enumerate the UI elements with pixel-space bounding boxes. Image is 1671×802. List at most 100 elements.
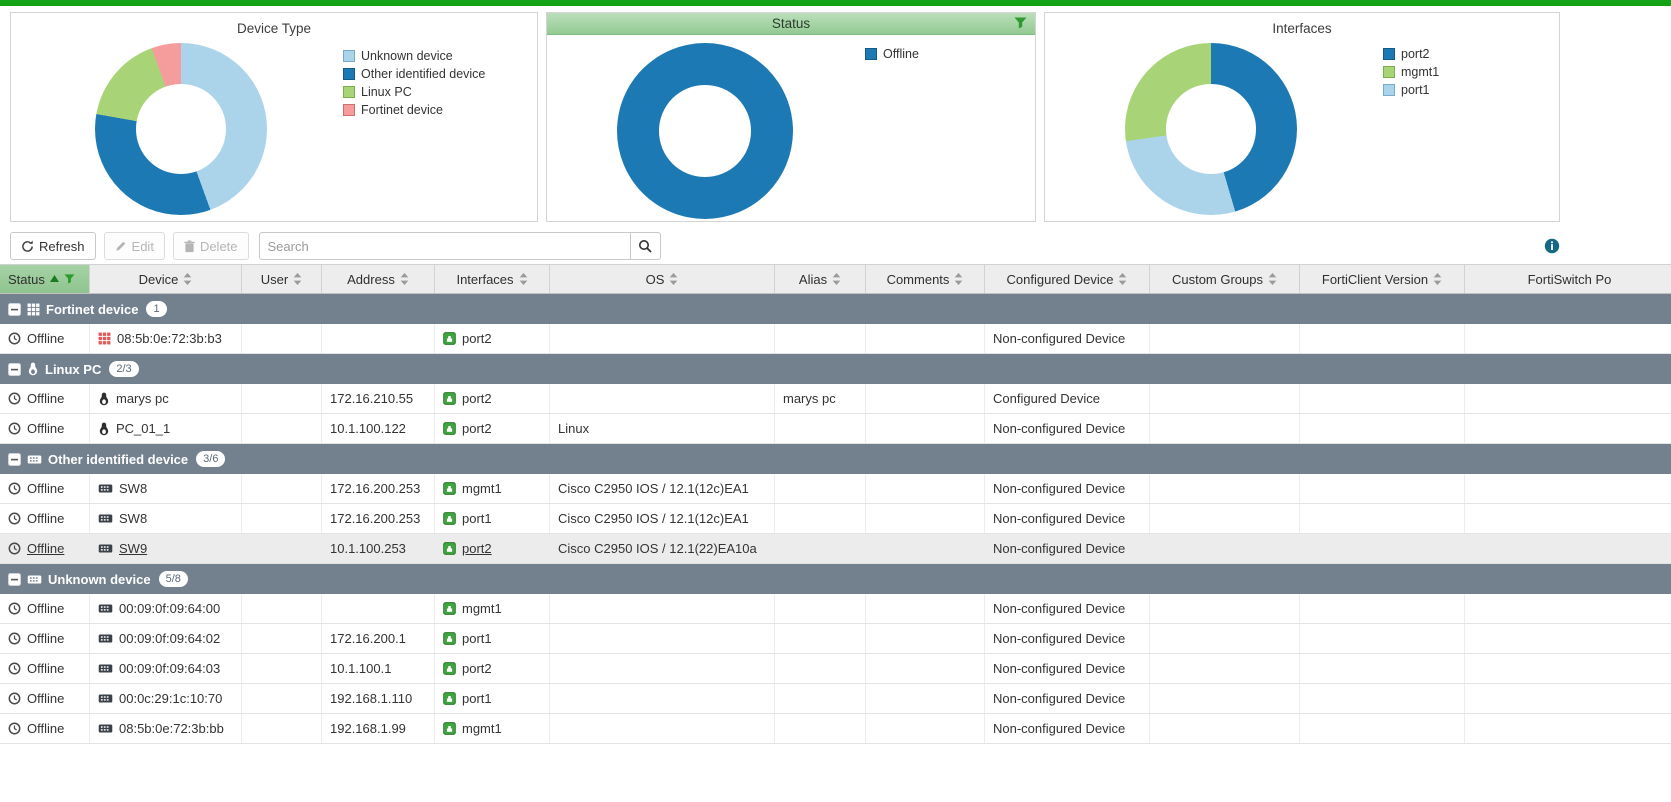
search-input[interactable]	[259, 232, 631, 260]
column-header-os[interactable]: OS	[550, 265, 775, 293]
column-header-user[interactable]: User	[242, 265, 322, 293]
cell-user	[242, 324, 322, 353]
trash-icon	[184, 240, 195, 253]
donut-hole	[136, 84, 225, 173]
info-icon[interactable]	[1544, 238, 1560, 254]
sort-icon	[519, 273, 528, 285]
device-type-chart-title: Device Type	[11, 13, 537, 36]
legend-label: port2	[1401, 47, 1430, 61]
configured-device-label: Non-configured Device	[993, 331, 1125, 346]
filter-icon[interactable]	[1014, 17, 1027, 29]
edit-button[interactable]: Edit	[104, 232, 165, 260]
collapse-icon[interactable]	[8, 303, 21, 316]
device-row-sw8-port1[interactable]: OfflineSW8172.16.200.253port1Cisco C2950…	[0, 504, 1671, 534]
address-label: 10.1.100.122	[330, 421, 406, 436]
collapse-icon[interactable]	[8, 573, 21, 586]
cell-device: 00:0c:29:1c:10:70	[90, 684, 242, 713]
cell-forticlient-version	[1300, 534, 1465, 563]
group-row-fortinet-device[interactable]: Fortinet device1	[0, 294, 1671, 324]
device-row-00-09-0f-09-64-00-mgmt1[interactable]: Offline00:09:0f:09:64:00mgmt1Non-configu…	[0, 594, 1671, 624]
cell-address	[322, 594, 435, 623]
legend-label: Unknown device	[361, 49, 453, 63]
device-row-pc-01-1-port2[interactable]: OfflinePC_01_110.1.100.122port2LinuxNon-…	[0, 414, 1671, 444]
group-row-linux-pc[interactable]: Linux PC2/3	[0, 354, 1671, 384]
legend-item-mgmt1: mgmt1	[1383, 65, 1439, 79]
column-header-address[interactable]: Address	[322, 265, 435, 293]
cell-configured-device: Non-configured Device	[985, 504, 1150, 533]
collapse-icon[interactable]	[8, 453, 21, 466]
column-header-fortiswitch-po[interactable]: FortiSwitch Po	[1465, 265, 1671, 293]
cell-status: Offline	[0, 414, 90, 443]
cell-os: Cisco C2950 IOS / 12.1(12c)EA1	[550, 474, 775, 503]
column-header-interfaces[interactable]: Interfaces	[435, 265, 550, 293]
filter-icon[interactable]	[64, 274, 75, 284]
cell-configured-device: Non-configured Device	[985, 684, 1150, 713]
cell-interfaces: port2	[435, 534, 550, 563]
column-header-alias[interactable]: Alias	[775, 265, 866, 293]
group-row-other-identified-device[interactable]: Other identified device3/6	[0, 444, 1671, 474]
group-row-unknown-device[interactable]: Unknown device5/8	[0, 564, 1671, 594]
cell-interfaces: port2	[435, 414, 550, 443]
column-header-device[interactable]: Device	[90, 265, 242, 293]
configured-device-label: Non-configured Device	[993, 421, 1125, 436]
cell-comments	[866, 534, 985, 563]
column-header-configured-device[interactable]: Configured Device	[985, 265, 1150, 293]
interfaces-donut-chart[interactable]	[1125, 43, 1297, 215]
legend-item-port2: port2	[1383, 47, 1439, 61]
status-donut-chart[interactable]	[617, 43, 793, 219]
toolbar: Refresh Edit Delete	[0, 230, 1671, 262]
cell-comments	[866, 384, 985, 413]
device-row-08-5b-0e-72-3b-bb-mgmt1[interactable]: Offline08:5b:0e:72:3b:bb192.168.1.99mgmt…	[0, 714, 1671, 744]
clock-icon	[8, 602, 21, 615]
cell-device: PC_01_1	[90, 414, 242, 443]
legend-swatch	[1383, 66, 1395, 78]
delete-label: Delete	[200, 239, 238, 254]
device-label: SW8	[119, 481, 147, 496]
cell-forticlient-version	[1300, 594, 1465, 623]
collapse-icon[interactable]	[8, 363, 21, 376]
search-icon	[638, 239, 652, 253]
interface-label: port2	[462, 421, 492, 436]
device-row-00-09-0f-09-64-02-port1[interactable]: Offline00:09:0f:09:64:02172.16.200.1port…	[0, 624, 1671, 654]
column-header-status[interactable]: Status	[0, 265, 90, 293]
donut-hole	[1166, 84, 1255, 173]
cell-os: Cisco C2950 IOS / 12.1(12c)EA1	[550, 504, 775, 533]
cell-user	[242, 684, 322, 713]
device-row-00-09-0f-09-64-03-port2[interactable]: Offline00:09:0f:09:64:0310.1.100.1port2N…	[0, 654, 1671, 684]
search-button[interactable]	[631, 232, 661, 260]
switch-device-icon	[98, 693, 113, 704]
os-label: Cisco C2950 IOS / 12.1(12c)EA1	[558, 511, 749, 526]
linux-device-icon	[98, 392, 110, 406]
cell-comments	[866, 594, 985, 623]
device-row-marys-pc-port2[interactable]: Offlinemarys pc172.16.210.55port2marys p…	[0, 384, 1671, 414]
os-label: Cisco C2950 IOS / 12.1(22)EA10a	[558, 541, 757, 556]
column-label: Status	[8, 272, 45, 287]
cell-fortiswitch-port	[1465, 624, 1671, 653]
device-row-00-0c-29-1c-10-70-port1[interactable]: Offline00:0c:29:1c:10:70192.168.1.110por…	[0, 684, 1671, 714]
group-label: Linux PC	[45, 362, 101, 377]
cell-interfaces: mgmt1	[435, 594, 550, 623]
address-label: 172.16.200.253	[330, 511, 420, 526]
cell-alias	[775, 684, 866, 713]
device-row-sw8-mgmt1[interactable]: OfflineSW8172.16.200.253mgmt1Cisco C2950…	[0, 474, 1671, 504]
device-row-sw9-port2[interactable]: OfflineSW910.1.100.253port2Cisco C2950 I…	[0, 534, 1671, 564]
column-header-forticlient-version[interactable]: FortiClient Version	[1300, 265, 1465, 293]
delete-button[interactable]: Delete	[173, 232, 249, 260]
column-header-custom-groups[interactable]: Custom Groups	[1150, 265, 1300, 293]
clock-icon	[8, 632, 21, 645]
status-label: Offline	[27, 691, 64, 706]
column-header-comments[interactable]: Comments	[866, 265, 985, 293]
refresh-button[interactable]: Refresh	[10, 232, 96, 260]
configured-device-label: Non-configured Device	[993, 721, 1125, 736]
device-label: 00:09:0f:09:64:03	[119, 661, 220, 676]
device-type-donut-chart[interactable]	[95, 43, 267, 215]
cell-interfaces: mgmt1	[435, 714, 550, 743]
legend-item-other-identified-device: Other identified device	[343, 67, 485, 81]
cell-comments	[866, 324, 985, 353]
column-label: Interfaces	[456, 272, 513, 287]
cell-custom-groups	[1150, 504, 1300, 533]
device-row-08-5b-0e-72-3b-b3-port2[interactable]: Offline08:5b:0e:72:3b:b3port2Non-configu…	[0, 324, 1671, 354]
cell-comments	[866, 714, 985, 743]
cell-configured-device: Non-configured Device	[985, 324, 1150, 353]
sort-icon	[293, 273, 302, 285]
